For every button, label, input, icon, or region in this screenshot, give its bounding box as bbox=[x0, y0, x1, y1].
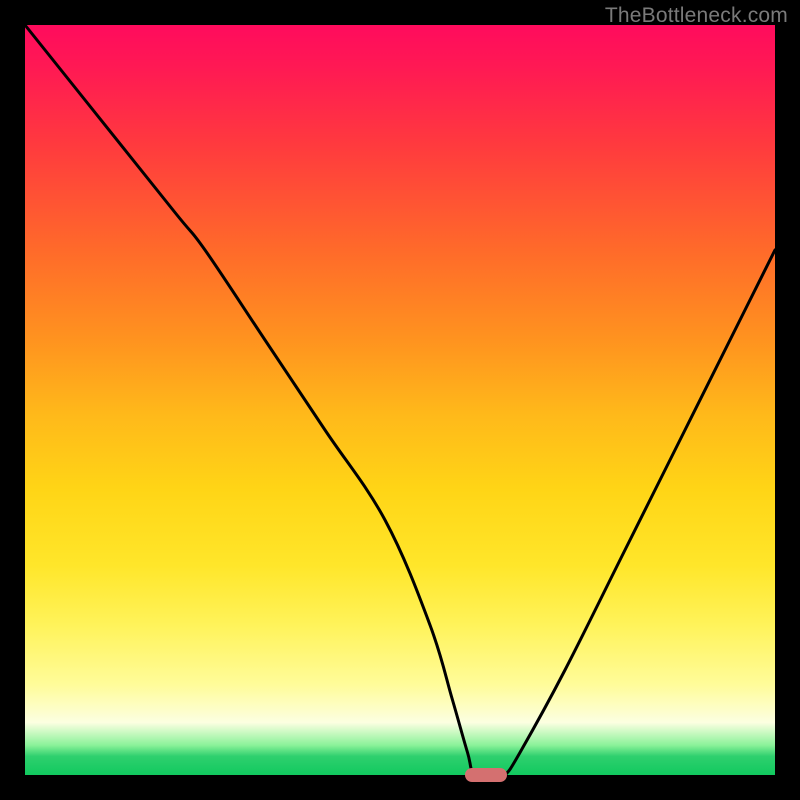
plot-area bbox=[25, 25, 775, 775]
optimal-marker bbox=[465, 768, 507, 782]
chart-frame: TheBottleneck.com bbox=[0, 0, 800, 800]
bottleneck-curve bbox=[25, 25, 775, 775]
